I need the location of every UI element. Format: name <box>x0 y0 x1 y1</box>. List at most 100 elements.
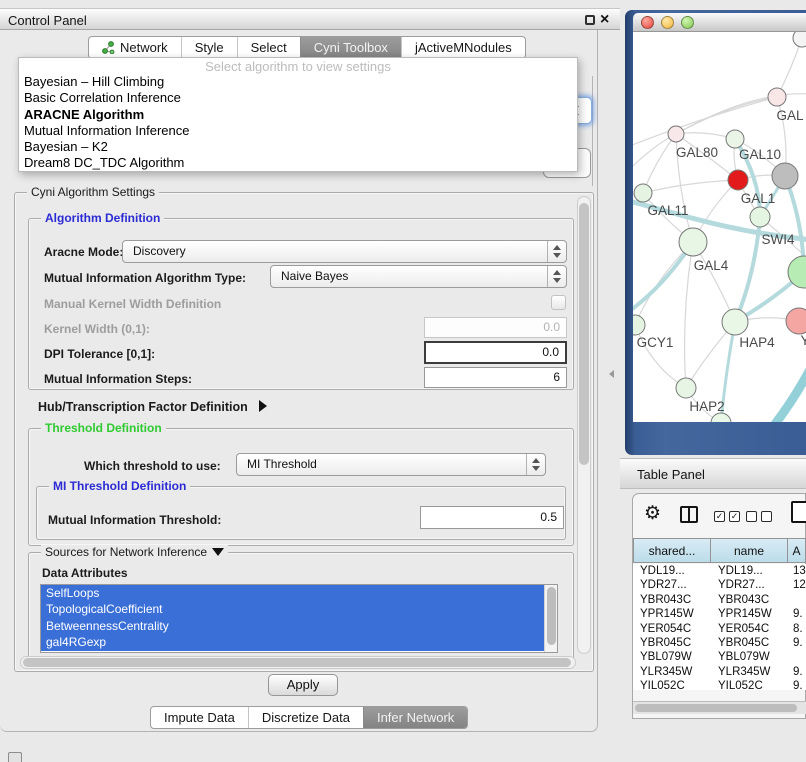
hub-section-toggle[interactable]: Hub/Transcription Factor Definition <box>38 399 267 414</box>
manual-kernel-checkbox[interactable] <box>551 295 566 310</box>
mac-minimize-icon[interactable] <box>661 16 674 29</box>
select-all-icon[interactable]: ✓ ✓ <box>714 511 740 522</box>
network-node[interactable] <box>722 309 748 335</box>
network-node[interactable] <box>750 207 770 227</box>
table-cell: YBR043C <box>711 593 788 607</box>
table-header-row: shared... name A <box>633 538 806 563</box>
node-label: GAL80 <box>676 145 718 160</box>
close-icon[interactable]: × <box>600 10 609 30</box>
network-canvas[interactable]: GALGAL80GAL10GAL1GAL11SWI4GAL4GCY1HAP4YH… <box>633 32 806 422</box>
table-cell: YDL19... <box>711 564 788 578</box>
tab-discretize-data[interactable]: Discretize Data <box>248 707 363 728</box>
gear-icon[interactable]: ⚙ <box>644 503 661 525</box>
tab-infer-network[interactable]: Infer Network <box>363 707 467 728</box>
float-window-icon[interactable] <box>585 15 595 25</box>
attribute-item[interactable]: gal4RGexp <box>41 634 557 650</box>
dropdown-item[interactable]: Mutual Information Inference <box>19 123 577 139</box>
settings-vertical-scrollbar[interactable] <box>577 196 591 654</box>
settings-horizontal-scrollbar[interactable] <box>20 656 576 669</box>
mi-type-select[interactable]: Naive Bayes <box>270 265 567 288</box>
scrollbar-thumb[interactable] <box>547 587 556 645</box>
table-row[interactable]: YBR043CYBR043C <box>633 593 806 607</box>
table-cell <box>788 650 806 664</box>
table-body[interactable]: YDL19...YDL19...13YDR27...YDR27...12YBR0… <box>633 564 806 690</box>
deselect-all-icon[interactable] <box>746 511 772 522</box>
network-node[interactable] <box>634 184 652 202</box>
network-window-titlebar[interactable] <box>633 13 806 32</box>
attribute-item[interactable]: BetweennessCentrality <box>41 618 557 634</box>
kernel-width-field[interactable]: 0.0 <box>424 317 567 338</box>
which-threshold-label: Which threshold to use: <box>84 459 221 473</box>
aracne-mode-label: Aracne Mode: <box>44 245 123 259</box>
table-row[interactable]: YBL079WYBL079W <box>633 650 806 664</box>
table-cell: YBR043C <box>633 593 711 607</box>
dropdown-item-selected[interactable]: ARACNE Algorithm <box>19 107 577 123</box>
scrollbar-thumb[interactable] <box>579 203 589 465</box>
mi-threshold-field[interactable]: 0.5 <box>420 506 564 529</box>
apply-button[interactable]: Apply <box>268 674 338 696</box>
dropdown-item[interactable]: Dream8 DC_TDC Algorithm <box>19 155 577 171</box>
network-node[interactable] <box>679 228 707 256</box>
table-row[interactable]: YBR045CYBR045C9. <box>633 636 806 650</box>
network-node[interactable] <box>668 126 684 142</box>
table-row[interactable]: YER054CYER054C8. <box>633 622 806 636</box>
tab-jactivemnodules[interactable]: jActiveMNodules <box>401 37 525 58</box>
sources-section-toggle[interactable]: Sources for Network Inference <box>41 545 228 559</box>
application-window: Control Panel × Network Style Select Cyn… <box>0 0 806 762</box>
table-row[interactable]: YPR145WYPR145W9. <box>633 607 806 621</box>
sources-section-label: Sources for Network Inference <box>45 545 207 559</box>
dropdown-item[interactable]: Bayesian – Hill Climbing <box>19 74 577 90</box>
attribute-item[interactable]: SelfLoops <box>41 585 557 601</box>
network-node[interactable] <box>711 413 731 422</box>
table-row[interactable]: YDL19...YDL19...13 <box>633 564 806 578</box>
scrollbar-thumb[interactable] <box>23 658 571 667</box>
table-row[interactable]: YLR345WYLR345W9. <box>633 665 806 679</box>
network-node[interactable] <box>676 378 696 398</box>
scrollbar-thumb[interactable] <box>635 704 797 712</box>
table-cell: YBR045C <box>633 636 711 650</box>
aracne-mode-select[interactable]: Discovery <box>122 240 567 263</box>
network-node[interactable] <box>633 315 645 335</box>
table-cell <box>788 593 806 607</box>
mac-zoom-icon[interactable] <box>681 16 694 29</box>
file-icon[interactable] <box>791 501 806 523</box>
network-node[interactable] <box>728 170 748 190</box>
dpi-tolerance-field[interactable]: 0.0 <box>424 341 567 364</box>
dropdown-item[interactable]: Bayesian – K2 <box>19 139 577 155</box>
list-scrollbar[interactable] <box>544 585 557 652</box>
control-panel-titlebar[interactable]: Control Panel × <box>0 8 620 30</box>
tab-style[interactable]: Style <box>181 37 237 58</box>
table-panel-titlebar[interactable]: Table Panel <box>620 458 806 489</box>
columns-icon[interactable] <box>680 506 698 523</box>
network-node[interactable] <box>793 32 806 47</box>
dropdown-item[interactable]: Basic Correlation Inference <box>19 90 577 106</box>
tab-impute-data[interactable]: Impute Data <box>151 707 248 728</box>
attribute-item[interactable]: TopologicalCoefficient <box>41 601 557 617</box>
column-header-name[interactable]: name <box>711 538 788 563</box>
column-header-partial[interactable]: A <box>788 538 806 563</box>
table-horizontal-scrollbar[interactable] <box>633 701 806 714</box>
tab-jactivemnodules-label: jActiveMNodules <box>415 37 512 58</box>
network-node[interactable] <box>726 130 744 148</box>
network-node[interactable] <box>772 163 798 189</box>
tab-select[interactable]: Select <box>237 37 300 58</box>
table-cell: YLR345W <box>633 665 711 679</box>
table-row[interactable]: YDR27...YDR27...12 <box>633 578 806 592</box>
mi-steps-field[interactable]: 6 <box>424 367 567 388</box>
table-row[interactable]: YIL052CYIL052C9. <box>633 679 806 690</box>
tab-cyni-toolbox[interactable]: Cyni Toolbox <box>300 37 401 58</box>
data-attributes-list[interactable]: SelfLoops TopologicalCoefficient Between… <box>40 584 558 653</box>
panel-grip-icon[interactable] <box>8 752 22 762</box>
dpi-tolerance-label: DPI Tolerance [0,1]: <box>44 347 155 361</box>
chevron-down-icon <box>212 548 224 556</box>
column-header-shared-name[interactable]: shared... <box>633 538 711 563</box>
divider-grip-icon[interactable] <box>609 370 614 378</box>
tab-network[interactable]: Network <box>89 37 181 58</box>
network-node[interactable] <box>786 308 806 334</box>
checked-box-icon: ✓ <box>729 511 740 522</box>
network-graph[interactable]: GALGAL80GAL10GAL1GAL11SWI4GAL4GCY1HAP4YH… <box>633 32 806 422</box>
tab-network-label: Network <box>120 37 168 58</box>
threshold-select[interactable]: MI Threshold <box>236 453 546 476</box>
mac-close-icon[interactable] <box>641 16 654 29</box>
network-node[interactable] <box>768 88 786 106</box>
